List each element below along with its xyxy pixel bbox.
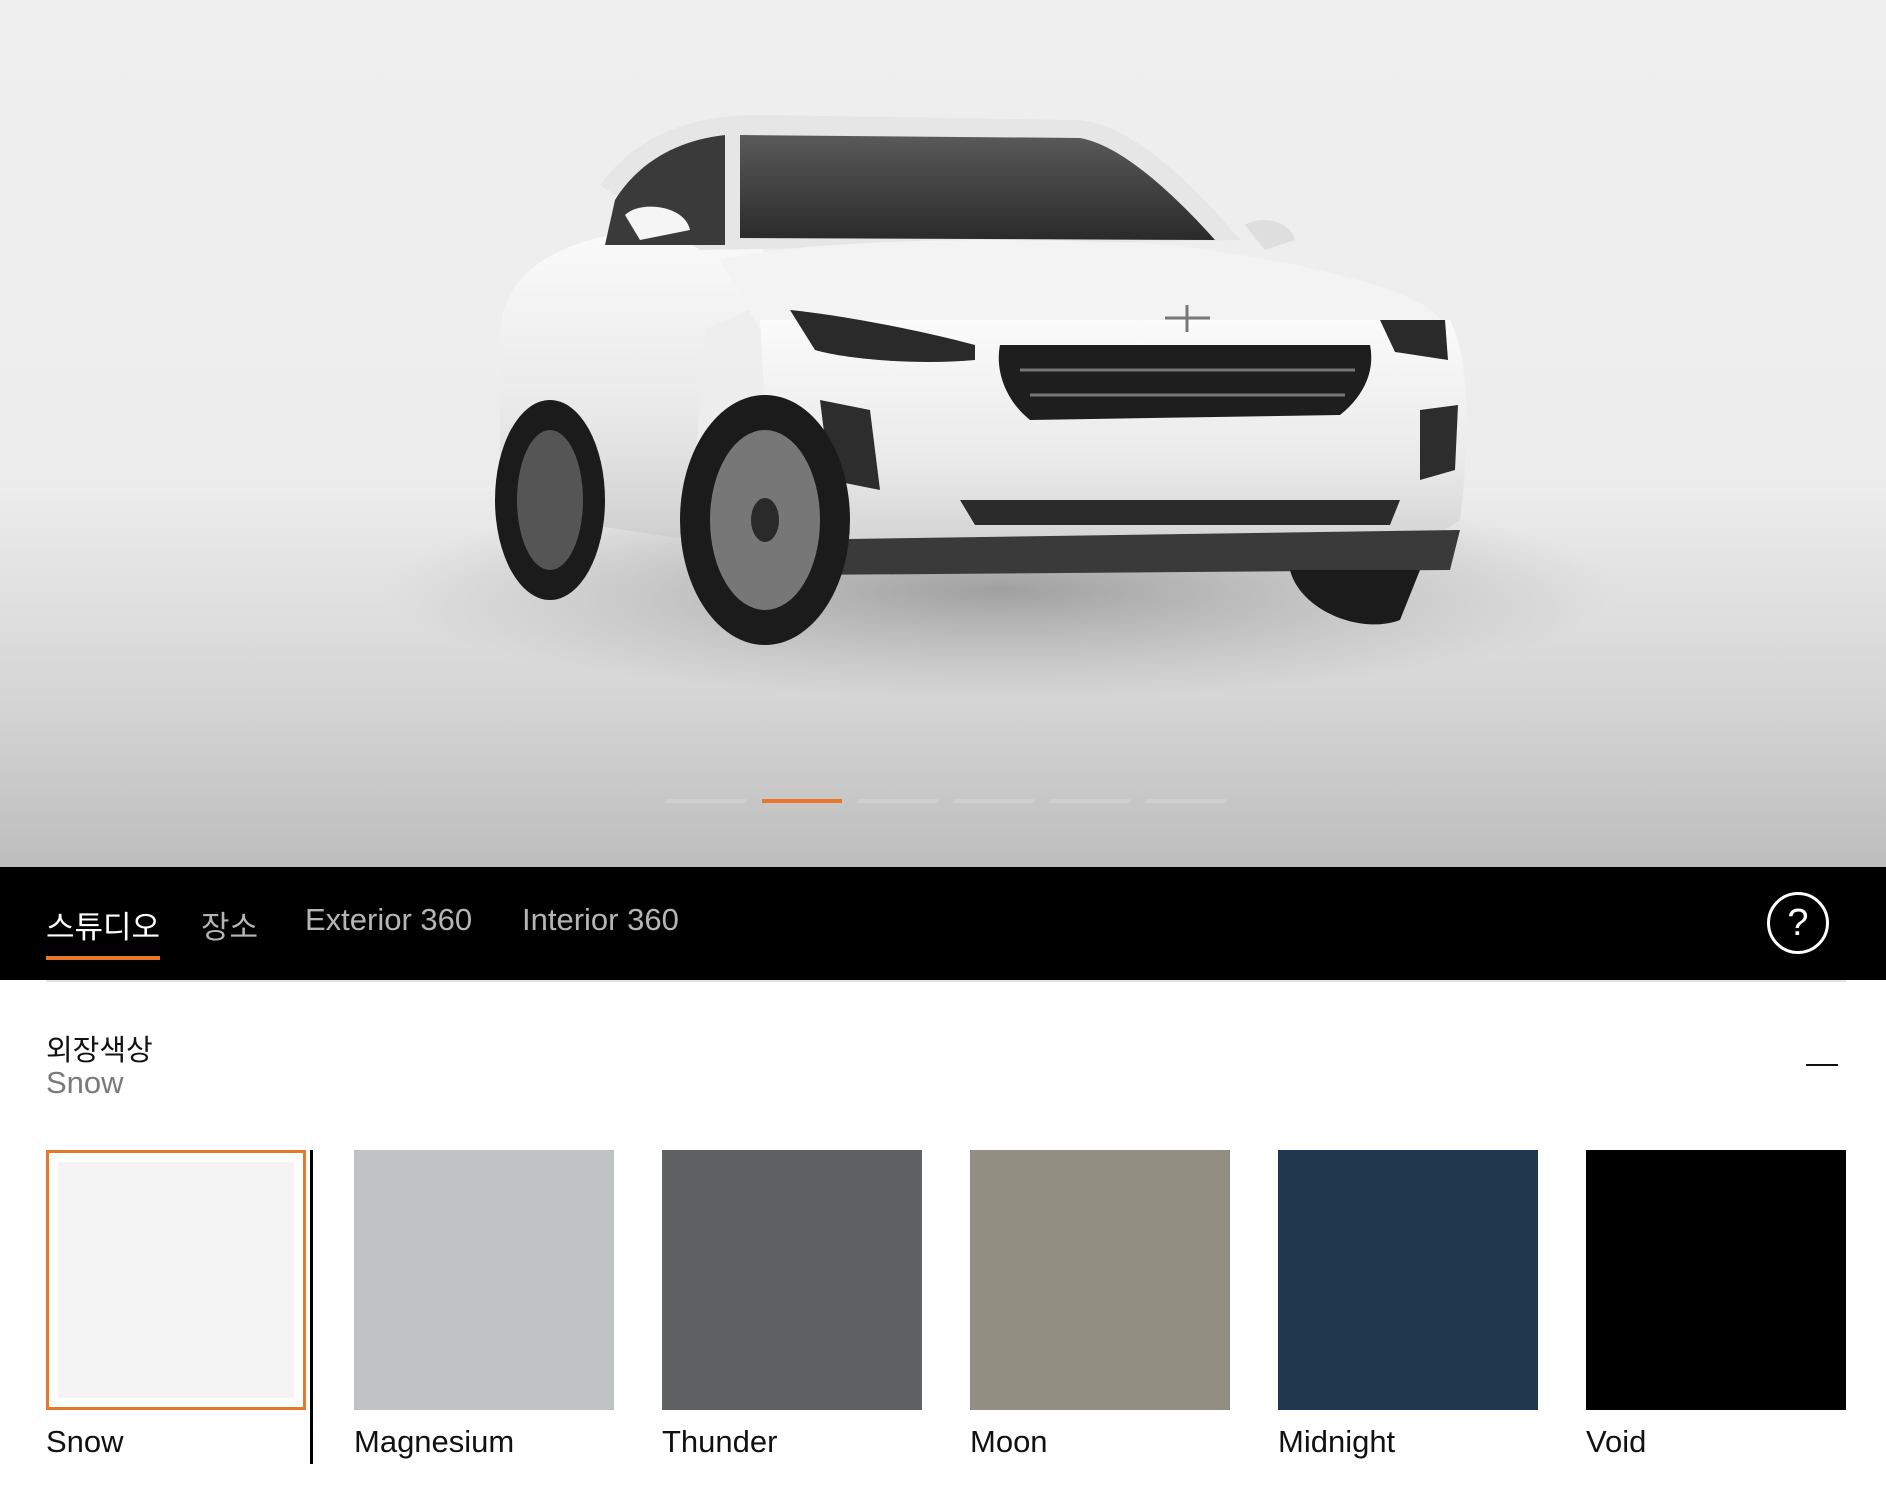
swatch-label-snow[interactable]: Snow: [46, 1424, 124, 1460]
help-circle-icon[interactable]: ?: [1767, 892, 1829, 954]
carousel-dot-6[interactable]: [1146, 799, 1226, 803]
divider: [46, 980, 1846, 982]
tab-location[interactable]: 장소: [201, 902, 258, 960]
minus-icon[interactable]: [1806, 1064, 1838, 1066]
swatch-label-midnight[interactable]: Midnight: [1278, 1424, 1395, 1460]
swatch-fill: [1586, 1150, 1846, 1410]
tab-studio[interactable]: 스튜디오: [46, 902, 161, 960]
swatch-fill: [662, 1150, 922, 1410]
carousel-dot-1[interactable]: [666, 799, 746, 803]
selected-color-value: Snow: [46, 1065, 124, 1100]
car-image-viewer[interactable]: [0, 0, 1886, 867]
carousel-dot-4[interactable]: [954, 799, 1034, 803]
car-image: [380, 115, 1620, 700]
swatch-label-void[interactable]: Void: [1586, 1424, 1646, 1460]
carousel-dot-3[interactable]: [858, 799, 938, 803]
swatch-void[interactable]: [1586, 1150, 1846, 1410]
swatch-fill: [58, 1162, 294, 1398]
swatch-moon[interactable]: [970, 1150, 1230, 1410]
carousel-dot-5[interactable]: [1050, 799, 1130, 803]
swatch-fill: [354, 1150, 614, 1410]
swatch-fill: [1278, 1150, 1538, 1410]
swatch-thunder[interactable]: [662, 1150, 922, 1410]
tab-exterior-360[interactable]: Exterior 360: [305, 902, 472, 960]
swatch-label-magnesium[interactable]: Magnesium: [354, 1424, 514, 1460]
view-tab-bar: 스튜디오 장소 Exterior 360 Interior 360 ?: [0, 867, 1886, 980]
swatch-label-moon[interactable]: Moon: [970, 1424, 1048, 1460]
swatch-magnesium[interactable]: [354, 1150, 614, 1410]
swatch-label-thunder[interactable]: Thunder: [662, 1424, 777, 1460]
section-title: 외장색상: [46, 1035, 153, 1067]
swatch-midnight[interactable]: [1278, 1150, 1538, 1410]
tab-interior-360[interactable]: Interior 360: [522, 902, 679, 960]
swatch-fill: [970, 1150, 1230, 1410]
selection-indicator: [310, 1150, 313, 1464]
carousel-indicator: [666, 799, 1226, 803]
swatch-snow[interactable]: [46, 1150, 306, 1410]
carousel-dot-2[interactable]: [762, 799, 842, 803]
